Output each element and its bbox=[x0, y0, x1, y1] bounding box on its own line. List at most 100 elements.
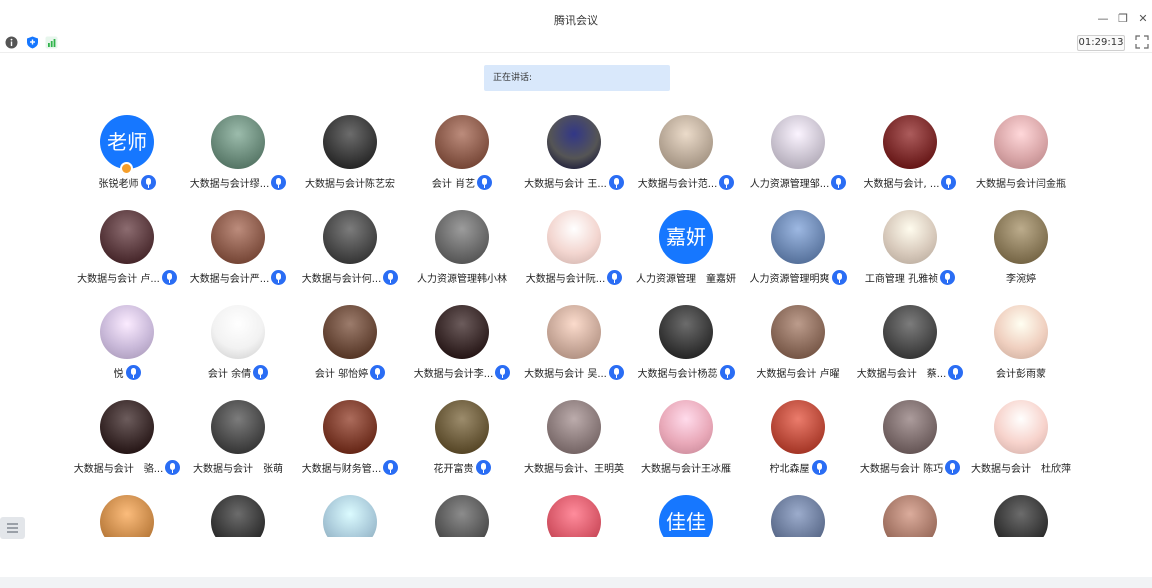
participant-tile[interactable] bbox=[742, 495, 854, 537]
avatar[interactable] bbox=[100, 400, 154, 454]
participant-tile[interactable]: 工商管理 孔雅祯 bbox=[854, 210, 966, 300]
participant-tile[interactable]: 大数据与会计 卢曜 bbox=[742, 305, 854, 395]
avatar[interactable] bbox=[435, 400, 489, 454]
avatar[interactable] bbox=[547, 495, 601, 537]
fullscreen-icon[interactable] bbox=[1135, 35, 1149, 49]
participant-name: 大数据与会计 骆... bbox=[73, 464, 164, 475]
avatar[interactable] bbox=[771, 305, 825, 359]
avatar[interactable] bbox=[547, 400, 601, 454]
avatar[interactable] bbox=[100, 305, 154, 359]
avatar[interactable] bbox=[994, 115, 1048, 169]
participant-tile[interactable]: 大数据与会计 王... bbox=[518, 115, 630, 205]
avatar[interactable]: 嘉妍 bbox=[659, 210, 713, 264]
participant-tile[interactable]: 大数据与会计, ... bbox=[854, 115, 966, 205]
participant-tile[interactable] bbox=[854, 495, 966, 537]
close-icon[interactable]: ✕ bbox=[1136, 12, 1150, 26]
avatar[interactable] bbox=[883, 495, 937, 537]
minimize-icon[interactable]: — bbox=[1096, 12, 1110, 26]
participant-tile[interactable]: 大数据与会计杨蕊 bbox=[630, 305, 742, 395]
participant-tile[interactable]: 老师 张锐老师 bbox=[71, 115, 183, 205]
participant-tile[interactable] bbox=[406, 495, 518, 537]
participant-tile[interactable] bbox=[294, 495, 406, 537]
participant-tile[interactable]: 人力资源管理韩小林 bbox=[406, 210, 518, 300]
participant-tile[interactable] bbox=[182, 495, 294, 537]
participant-tile[interactable]: 大数据与会计 蔡... bbox=[854, 305, 966, 395]
avatar[interactable] bbox=[771, 210, 825, 264]
participant-tile[interactable]: 大数据与会计闫金瓶 bbox=[965, 115, 1077, 205]
avatar[interactable] bbox=[659, 115, 713, 169]
participant-tile[interactable] bbox=[71, 495, 183, 537]
restore-icon[interactable]: ❐ bbox=[1116, 12, 1130, 26]
avatar[interactable] bbox=[547, 210, 601, 264]
participant-tile[interactable]: 李涴婷 bbox=[965, 210, 1077, 300]
participant-tile[interactable]: 大数据与会计缪... bbox=[182, 115, 294, 205]
participant-tile[interactable]: 会计 邬怡婷 bbox=[294, 305, 406, 395]
participant-tile[interactable]: 悦 bbox=[71, 305, 183, 395]
avatar[interactable] bbox=[994, 305, 1048, 359]
avatar[interactable] bbox=[323, 305, 377, 359]
avatar[interactable] bbox=[547, 115, 601, 169]
avatar[interactable] bbox=[435, 305, 489, 359]
shield-icon[interactable] bbox=[26, 36, 39, 49]
avatar[interactable] bbox=[435, 495, 489, 537]
participant-tile[interactable]: 大数据与会计 陈巧 bbox=[854, 400, 966, 490]
participant-tile[interactable]: 花开富贵 bbox=[406, 400, 518, 490]
participant-tile[interactable]: 佳佳 bbox=[630, 495, 742, 537]
avatar[interactable] bbox=[771, 115, 825, 169]
avatar[interactable] bbox=[659, 400, 713, 454]
avatar[interactable] bbox=[883, 210, 937, 264]
participant-tile[interactable]: 大数据与会计 吴... bbox=[518, 305, 630, 395]
avatar[interactable] bbox=[100, 210, 154, 264]
participant-tile[interactable]: 会计彭雨蒙 bbox=[965, 305, 1077, 395]
participant-tile[interactable] bbox=[965, 495, 1077, 537]
avatar[interactable] bbox=[771, 495, 825, 537]
participant-tile[interactable]: 大数据与会计王冰雁 bbox=[630, 400, 742, 490]
avatar[interactable] bbox=[323, 115, 377, 169]
avatar[interactable] bbox=[100, 495, 154, 537]
participant-tile[interactable]: 大数据与会计 骆... bbox=[71, 400, 183, 490]
participant-tile[interactable]: 嘉妍 人力资源管理 童嘉妍 bbox=[630, 210, 742, 300]
participant-tile[interactable] bbox=[518, 495, 630, 537]
participant-name: 大数据与会计 蔡... bbox=[856, 369, 947, 380]
participant-tile[interactable]: 大数据与会计何... bbox=[294, 210, 406, 300]
avatar[interactable] bbox=[323, 400, 377, 454]
participant-tile[interactable]: 大数据与财务管... bbox=[294, 400, 406, 490]
participant-tile[interactable]: 大数据与会计 卢... bbox=[71, 210, 183, 300]
info-icon[interactable] bbox=[5, 36, 18, 49]
avatar[interactable] bbox=[435, 210, 489, 264]
avatar[interactable] bbox=[994, 210, 1048, 264]
signal-icon[interactable] bbox=[45, 36, 58, 49]
avatar[interactable]: 佳佳 bbox=[659, 495, 713, 537]
participant-tile[interactable]: 人力资源管理明爽 bbox=[742, 210, 854, 300]
avatar[interactable] bbox=[883, 305, 937, 359]
avatar[interactable] bbox=[994, 400, 1048, 454]
avatar[interactable] bbox=[323, 495, 377, 537]
participant-tile[interactable]: 柠北森屋 bbox=[742, 400, 854, 490]
participant-tile[interactable]: 会计 肖艺 bbox=[406, 115, 518, 205]
avatar[interactable] bbox=[659, 305, 713, 359]
participant-tile[interactable]: 大数据与会计 张萌 bbox=[182, 400, 294, 490]
avatar[interactable]: 老师 bbox=[100, 115, 154, 169]
avatar[interactable] bbox=[211, 305, 265, 359]
avatar[interactable] bbox=[211, 400, 265, 454]
participant-tile[interactable]: 大数据与会计范... bbox=[630, 115, 742, 205]
avatar[interactable] bbox=[547, 305, 601, 359]
avatar[interactable] bbox=[771, 400, 825, 454]
avatar[interactable] bbox=[883, 115, 937, 169]
participant-tile[interactable]: 会计 余倩 bbox=[182, 305, 294, 395]
participant-tile[interactable]: 大数据与会计 杜欣萍 bbox=[965, 400, 1077, 490]
avatar[interactable] bbox=[323, 210, 377, 264]
avatar[interactable] bbox=[883, 400, 937, 454]
avatar[interactable] bbox=[211, 115, 265, 169]
participant-tile[interactable]: 大数据与会计严... bbox=[182, 210, 294, 300]
avatar[interactable] bbox=[994, 495, 1048, 537]
avatar[interactable] bbox=[211, 210, 265, 264]
avatar[interactable] bbox=[435, 115, 489, 169]
participant-tile[interactable]: 大数据与会计陈艺宏 bbox=[294, 115, 406, 205]
avatar[interactable] bbox=[211, 495, 265, 537]
participant-tile[interactable]: 大数据与会计、王明英 bbox=[518, 400, 630, 490]
list-icon[interactable] bbox=[0, 517, 25, 539]
participant-tile[interactable]: 大数据与会计李... bbox=[406, 305, 518, 395]
participant-tile[interactable]: 大数据与会计阮... bbox=[518, 210, 630, 300]
participant-tile[interactable]: 人力资源管理邹... bbox=[742, 115, 854, 205]
